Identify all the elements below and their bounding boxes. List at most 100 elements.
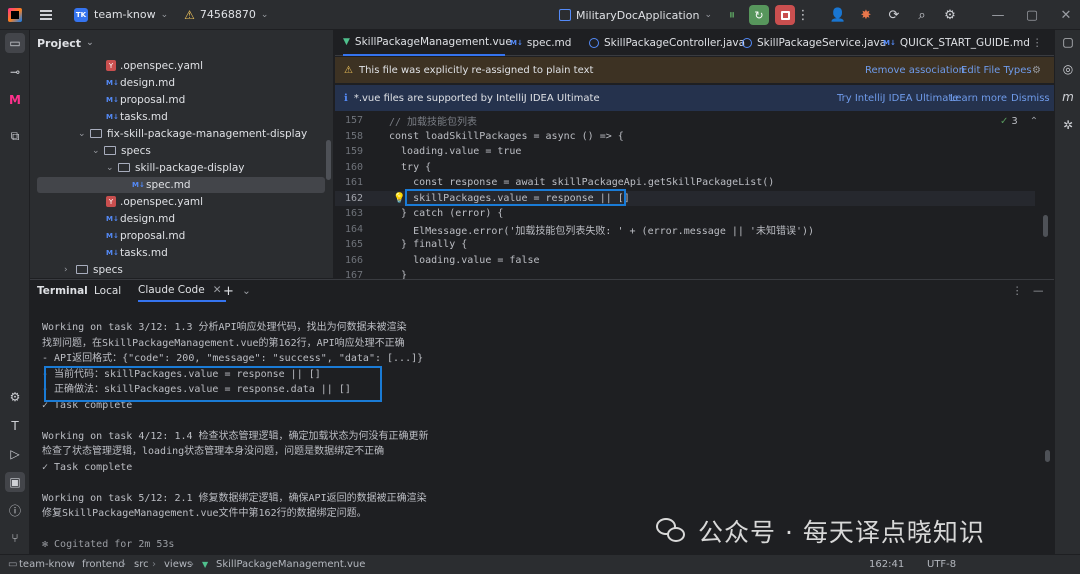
run-icon[interactable]: ▷ [5, 444, 25, 464]
folder-icon [104, 146, 116, 155]
chevron-down-icon[interactable]: ⌄ [242, 280, 251, 302]
terminal-line: 找到问题，在SkillPackageManagement.vue的第162行，A… [42, 337, 405, 349]
markdown-file-icon: M↓ [106, 95, 119, 104]
terminal-icon[interactable]: ▣ [5, 472, 25, 492]
terminal-line: Working on task 5/12: 2.1 修复数据绑定逻辑，确保API… [42, 492, 427, 504]
breadcrumb-item[interactable]: team-know [19, 559, 75, 570]
tree-item[interactable]: ⌄ skill-package-display [106, 159, 245, 176]
learn-more-link[interactable]: Learn more [950, 93, 1007, 104]
lightbulb-icon[interactable]: 💡 [393, 193, 405, 204]
chevron-down-icon: ⌄ [78, 128, 86, 139]
tree-item[interactable]: ⌄ fix-skill-package-management-display [78, 125, 307, 142]
chevron-down-icon: ⌄ [86, 38, 94, 48]
tree-item[interactable]: M↓ proposal.md [106, 91, 185, 108]
restart-button[interactable]: ↻ [749, 5, 769, 25]
terminal-scrollbar[interactable] [1045, 450, 1050, 462]
tree-item[interactable]: ⌄ specs [92, 142, 151, 159]
tab-quick-start-guide-md[interactable]: M↓ QUICK_START_GUIDE.md [883, 30, 1030, 56]
breadcrumb-item[interactable]: frontend [82, 559, 125, 570]
editor-scrollbar[interactable] [1043, 215, 1048, 237]
tree-item[interactable]: M↓ design.md [106, 210, 175, 227]
watermark: 公众号 · 每天译点晓知识 [656, 513, 985, 549]
rerun-icon[interactable]: ⏸ [718, 0, 746, 30]
ai-icon[interactable]: ✲ [1059, 116, 1077, 134]
project-scrollbar[interactable] [326, 140, 331, 180]
tree-item-selected[interactable]: M↓ spec.md [132, 176, 191, 193]
tree-item[interactable]: M↓ tasks.md [106, 108, 168, 125]
stop-button[interactable] [775, 5, 795, 25]
run-config-selector[interactable]: MilitaryDocApplication ⌄ [558, 0, 712, 30]
problems-icon[interactable]: ⓘ [5, 500, 25, 520]
project-panel-header[interactable]: Project ⌄ [30, 30, 333, 56]
chevron-down-icon: ⌄ [106, 162, 114, 173]
search-icon[interactable]: ⌕ [908, 0, 936, 30]
edit-file-types-link[interactable]: Edit File Types [961, 65, 1032, 76]
settings-gear-icon[interactable]: ⚙ [1032, 65, 1041, 76]
tab-spec-md[interactable]: M↓ spec.md [510, 30, 571, 56]
new-tab-icon[interactable]: + [223, 280, 234, 302]
tree-item[interactable]: M↓ tasks.md [106, 244, 168, 261]
settings-gear-icon[interactable]: ⚙ [936, 0, 964, 30]
tree-item[interactable]: M↓ proposal.md [106, 227, 185, 244]
dismiss-link[interactable]: Dismiss [1011, 93, 1050, 104]
inspection-widget[interactable]: ✓ 3 ⌃ [1000, 116, 1038, 127]
minimize-panel-icon[interactable]: — [1033, 280, 1044, 302]
breadcrumb-item[interactable]: SkillPackageManagement.vue [216, 559, 365, 570]
commit-icon[interactable]: ⊸ [5, 62, 25, 82]
chevron-up-icon[interactable]: ⌃ [1030, 116, 1038, 127]
breadcrumb-item[interactable]: src [134, 559, 149, 570]
notifications-icon[interactable]: ▢ [1059, 33, 1077, 51]
more-tabs-icon[interactable]: ⋮ [1032, 30, 1043, 56]
file-encoding[interactable]: UTF-8 [927, 559, 956, 570]
project-selector[interactable]: team-know ⌄ [94, 0, 168, 30]
ai-assistant-icon[interactable]: ✸ [852, 0, 880, 30]
markdown-file-icon: M↓ [106, 112, 119, 121]
maven-icon[interactable]: m [1059, 88, 1077, 106]
folder-icon[interactable]: ▭ [5, 33, 25, 53]
close-icon[interactable]: ✕ [1052, 0, 1080, 30]
project-panel-title: Project [37, 36, 82, 50]
run-config-name: MilitaryDocApplication [575, 8, 700, 22]
tree-item[interactable]: Y .openspec.yaml [106, 57, 203, 74]
cursor-position[interactable]: 162:41 [869, 559, 904, 570]
text-tool-icon[interactable]: T [5, 416, 25, 436]
folder-icon [76, 265, 88, 274]
tab-skillpackagecontroller-java[interactable]: SkillPackageController.java [589, 30, 745, 56]
folder-icon [90, 129, 102, 138]
tab-skillpackageservice-java[interactable]: SkillPackageService.java [742, 30, 886, 56]
maximize-icon[interactable]: ▢ [1018, 0, 1046, 30]
yaml-file-icon: Y [106, 60, 116, 71]
project-panel: Project ⌄ Y .openspec.yaml M↓ design.md M↓… [30, 30, 334, 278]
title-bar: TK team-know ⌄ ⚠ 74568870 ⌄ MilitaryDocA… [0, 0, 1080, 30]
main-menu-icon[interactable] [40, 9, 52, 20]
structure-icon[interactable]: ⧉ [5, 126, 25, 146]
minimize-icon[interactable]: — [984, 0, 1012, 30]
tab-skillpackagemanagement-vue[interactable]: ▼ SkillPackageManagement.vue [343, 30, 512, 56]
vcs-widget[interactable]: ⚠ 74568870 ⌄ [184, 0, 268, 30]
markdown-file-icon: M↓ [883, 39, 896, 47]
more-vertical-icon[interactable]: ⋮ [797, 0, 810, 30]
remove-association-link[interactable]: Remove association [865, 65, 965, 76]
watermark-text: 公众号 · 每天译点晓知识 [698, 518, 985, 547]
tab-local[interactable]: Local [94, 280, 121, 302]
copilot-icon[interactable]: ◎ [1059, 60, 1077, 78]
more-vertical-icon[interactable]: ⋮ [1012, 280, 1023, 302]
wechat-icon [656, 518, 686, 544]
tree-item[interactable]: M↓ design.md [106, 74, 175, 91]
settings-gear-icon[interactable]: ⚙ [5, 387, 25, 407]
tree-item[interactable]: Y .openspec.yaml [106, 193, 203, 210]
banner-message: This file was explicitly re-assigned to … [358, 64, 594, 76]
warning-icon: ⚠ [184, 7, 195, 22]
breadcrumb-item[interactable]: views [164, 559, 192, 570]
add-user-icon[interactable]: 👤 [824, 0, 852, 30]
git-icon[interactable]: ⑂ [5, 528, 25, 548]
update-icon[interactable]: ⟳ [880, 0, 908, 30]
tab-claude-code[interactable]: Claude Code ✕ [138, 280, 226, 302]
try-ultimate-link[interactable]: Try IntelliJ IDEA Ultimate [837, 93, 958, 104]
left-tool-strip: ▭ ⊸ M ⧉ ⚙ T ▷ ▣ ⓘ ⑂ [0, 30, 30, 554]
plugin-m-icon[interactable]: M [5, 90, 25, 110]
tree-item[interactable]: › specs [64, 261, 123, 278]
chevron-down-icon: ⌄ [160, 9, 169, 20]
close-icon[interactable]: ✕ [213, 284, 222, 296]
project-badge[interactable]: TK [74, 7, 88, 22]
